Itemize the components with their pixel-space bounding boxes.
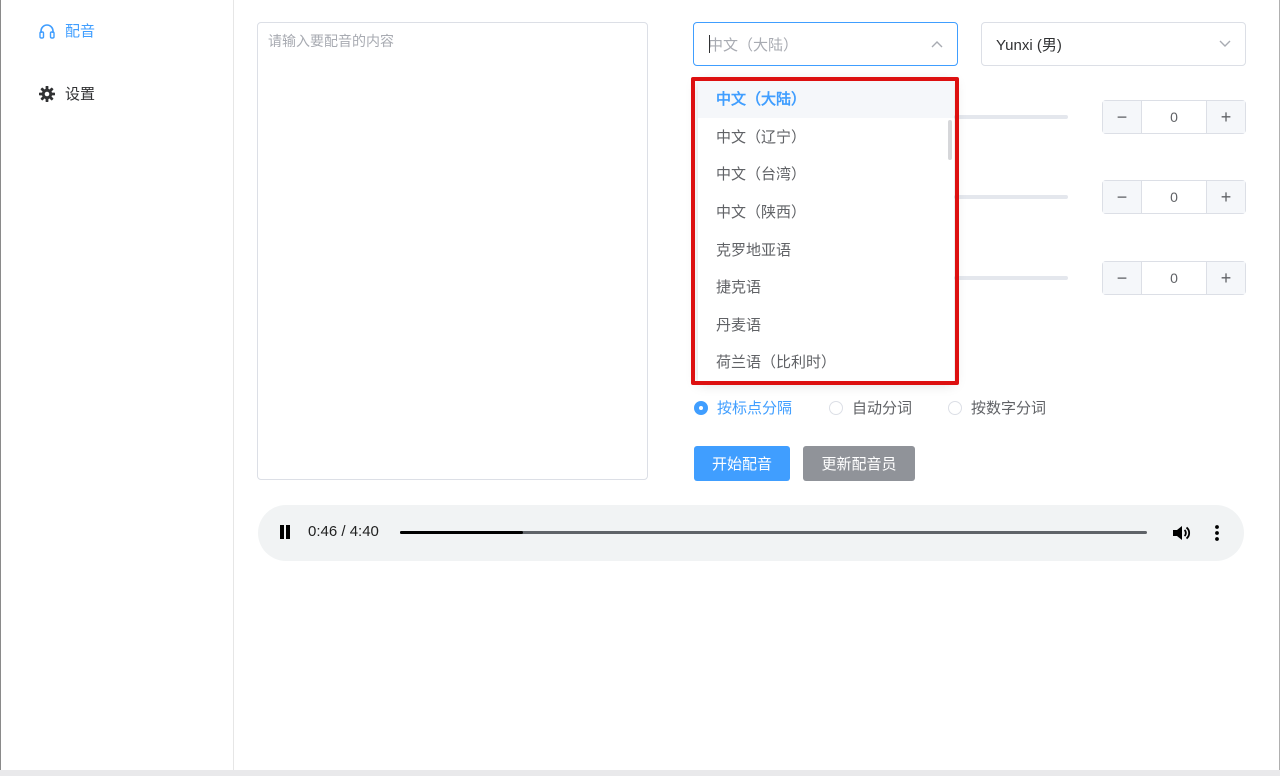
- decrement-button[interactable]: −: [1103, 262, 1142, 294]
- rate-stepper: − 0 +: [1102, 100, 1246, 134]
- language-select-value: 中文（大陆）: [708, 36, 799, 54]
- language-option[interactable]: 克罗地亚语: [698, 230, 954, 268]
- radio-label: 自动分词: [852, 400, 913, 417]
- chevron-down-icon: [1219, 38, 1231, 50]
- radio-label: 按标点分隔: [717, 400, 793, 417]
- stepper-value[interactable]: 0: [1142, 181, 1206, 213]
- stepper-value[interactable]: 0: [1142, 101, 1206, 133]
- pause-icon[interactable]: [278, 525, 292, 541]
- language-option[interactable]: 荷兰语（比利时）: [698, 343, 954, 381]
- pitch-stepper: − 0 +: [1102, 261, 1246, 295]
- increment-button[interactable]: +: [1206, 262, 1245, 294]
- update-voices-button[interactable]: 更新配音员: [803, 446, 915, 481]
- text-cursor: [709, 35, 710, 53]
- headphones-icon: [37, 21, 57, 41]
- radio-dot: [948, 400, 962, 415]
- gear-icon: [37, 84, 57, 104]
- more-options-icon[interactable]: [1211, 523, 1223, 543]
- sidebar-item-settings[interactable]: 设置: [37, 83, 95, 104]
- sidebar-item-label: 配音: [65, 23, 96, 40]
- decrement-button[interactable]: −: [1103, 181, 1142, 213]
- radio-dot: [829, 400, 843, 415]
- language-select[interactable]: 中文（大陆）: [693, 22, 958, 66]
- language-option[interactable]: 中文（陕西）: [698, 193, 954, 231]
- voice-select-value: Yunxi (男): [996, 36, 1062, 54]
- volume-icon[interactable]: [1171, 523, 1191, 543]
- voice-select[interactable]: Yunxi (男): [981, 22, 1246, 66]
- audio-player: 0:46 / 4:40: [258, 505, 1244, 561]
- start-dubbing-button[interactable]: 开始配音: [694, 446, 790, 481]
- progress-bar[interactable]: [400, 531, 1147, 534]
- volume-stepper: − 0 +: [1102, 180, 1246, 214]
- progress-fill: [400, 531, 523, 534]
- window-bottom-border: [0, 770, 1280, 776]
- increment-button[interactable]: +: [1206, 181, 1245, 213]
- sidebar-item-dubbing[interactable]: 配音: [37, 20, 95, 41]
- radio-split-auto[interactable]: 自动分词: [829, 397, 912, 418]
- pitch-slider[interactable]: [954, 276, 1068, 280]
- playback-time: 0:46 / 4:40: [308, 523, 379, 540]
- dropdown-scrollbar[interactable]: [948, 120, 952, 160]
- chevron-up-icon: [931, 38, 943, 50]
- stepper-value[interactable]: 0: [1142, 262, 1206, 294]
- volume-slider[interactable]: [954, 195, 1068, 199]
- language-option[interactable]: 中文（大陆）: [698, 80, 954, 118]
- increment-button[interactable]: +: [1206, 101, 1245, 133]
- rate-slider[interactable]: [954, 115, 1068, 119]
- content-textarea[interactable]: [257, 22, 648, 480]
- sidebar: 配音 设置: [1, 0, 234, 770]
- radio-dot: [694, 400, 708, 415]
- radio-split-number[interactable]: 按数字分词: [948, 397, 1046, 418]
- language-option[interactable]: 中文（辽宁）: [698, 118, 954, 156]
- language-dropdown: 中文（大陆） 中文（辽宁） 中文（台湾） 中文（陕西） 克罗地亚语 捷克语 丹麦…: [698, 80, 954, 382]
- language-option[interactable]: 丹麦语: [698, 306, 954, 344]
- radio-split-punctuation[interactable]: 按标点分隔: [694, 397, 792, 418]
- sidebar-item-label: 设置: [65, 86, 96, 103]
- language-option[interactable]: 中文（台湾）: [698, 155, 954, 193]
- language-option[interactable]: 捷克语: [698, 268, 954, 306]
- radio-label: 按数字分词: [971, 400, 1047, 417]
- decrement-button[interactable]: −: [1103, 101, 1142, 133]
